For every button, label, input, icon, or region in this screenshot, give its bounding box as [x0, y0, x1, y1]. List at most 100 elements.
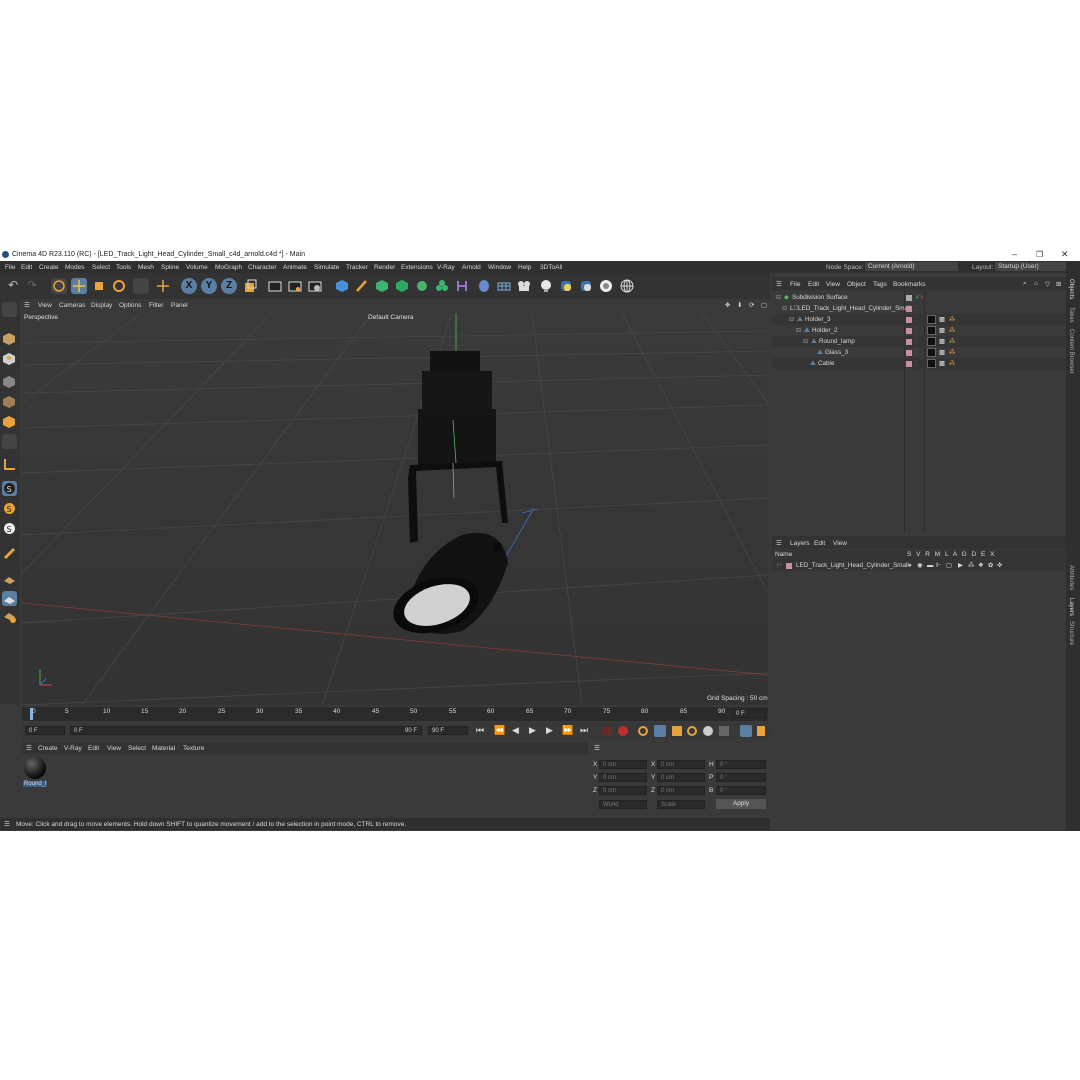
menu-vray[interactable]: V-Ray	[437, 264, 455, 271]
obj-menu-tags[interactable]: Tags	[873, 281, 887, 288]
material-tag-icon[interactable]	[927, 315, 936, 324]
layer-menu-icon[interactable]: ☰	[776, 539, 782, 547]
record-icon[interactable]	[602, 726, 612, 736]
key-position-icon[interactable]	[654, 725, 666, 737]
globe-icon[interactable]	[619, 278, 635, 294]
obj-newview-icon[interactable]: ⊞	[1056, 280, 1061, 288]
expand-icon[interactable]: ⊟	[782, 305, 787, 312]
mat-menu-create[interactable]: Create	[38, 745, 58, 752]
vp-rotate-icon[interactable]: ⟳	[749, 301, 754, 309]
next-frame-icon[interactable]: ▶	[546, 725, 553, 736]
visibility-dots-icon[interactable]: ⁚	[915, 316, 917, 323]
uv-mode-icon[interactable]	[2, 434, 17, 449]
y-axis-lock-icon[interactable]: Y	[201, 278, 217, 294]
vp-menu-view[interactable]: View	[38, 302, 52, 309]
z-axis-lock-icon[interactable]: Z	[221, 278, 237, 294]
layer-render-icon[interactable]: ▬	[927, 562, 933, 569]
render-settings-icon[interactable]	[307, 278, 323, 294]
object-row-led-track[interactable]: ⊟ L⃞ LED_Track_Light_Head_Cylinder_Small…	[772, 303, 1066, 314]
deformer-icon[interactable]	[454, 278, 470, 294]
menu-help[interactable]: Help	[518, 264, 531, 271]
go-to-end-icon[interactable]: ⏭	[580, 725, 588, 736]
render-view-icon[interactable]	[267, 278, 283, 294]
vp-menu-options[interactable]: Options	[119, 302, 141, 309]
menu-simulate[interactable]: Simulate	[314, 264, 339, 271]
object-menu-icon[interactable]: ☰	[776, 280, 782, 288]
layer-menu-view[interactable]: View	[833, 540, 847, 547]
start-frame-field[interactable]: 0 F	[25, 726, 65, 735]
material-menu-icon[interactable]: ☰	[26, 744, 32, 752]
mat-menu-view[interactable]: View	[107, 745, 121, 752]
extrude-icon[interactable]	[394, 278, 410, 294]
obj-filter-icon[interactable]: ▽	[1045, 280, 1050, 288]
floor-icon[interactable]	[496, 278, 512, 294]
tab-takes[interactable]: Takes	[1068, 307, 1074, 323]
obj-menu-view[interactable]: View	[826, 281, 840, 288]
python-icon[interactable]	[558, 278, 574, 294]
layer-animation-icon[interactable]: ▶	[958, 562, 963, 569]
menu-tools[interactable]: Tools	[116, 264, 131, 271]
layer-menu-layers[interactable]: Layers	[790, 540, 810, 547]
position-x-field[interactable]: 0 cm	[599, 760, 647, 769]
layer-expand-icon[interactable]: ⊢	[777, 562, 783, 569]
render-picture-viewer-icon[interactable]	[287, 278, 303, 294]
tab-layers[interactable]: Layers	[1068, 598, 1074, 616]
rotate-tool-icon[interactable]	[111, 278, 127, 294]
visibility-dots-icon[interactable]: ⁚	[915, 349, 917, 356]
move-tool-icon[interactable]	[71, 278, 87, 294]
menu-mograph[interactable]: MoGraph	[215, 264, 242, 271]
menu-arnold[interactable]: Arnold	[462, 264, 481, 271]
mat-menu-vray[interactable]: V-Ray	[64, 745, 82, 752]
size-mode-select[interactable]: Scale	[657, 800, 705, 809]
mograph-icon[interactable]	[434, 278, 450, 294]
position-y-field[interactable]: 0 cm	[599, 773, 647, 782]
menu-animate[interactable]: Animate	[283, 264, 307, 271]
mat-menu-texture[interactable]: Texture	[183, 745, 204, 752]
cube-icon[interactable]	[334, 278, 350, 294]
expand-icon[interactable]: ⊟	[796, 327, 801, 334]
visibility-x-icon[interactable]: ×	[920, 294, 924, 301]
material-swatch[interactable]: Round_l	[23, 756, 48, 790]
menu-create[interactable]: Create	[39, 264, 59, 271]
uvw-tag-icon[interactable]: ▩	[939, 338, 945, 345]
layer-color-swatch[interactable]	[906, 317, 912, 323]
cloner-icon[interactable]	[414, 278, 430, 294]
scale-tool-icon[interactable]	[91, 278, 107, 294]
visibility-dots-icon[interactable]: ⁚	[915, 327, 917, 334]
expand-icon[interactable]: ⊟	[789, 316, 794, 323]
key-param-icon[interactable]	[703, 726, 713, 736]
size-z-field[interactable]: 0 cm	[657, 786, 705, 795]
grid-lock-icon[interactable]	[2, 591, 17, 606]
vp-menu-filter[interactable]: Filter	[149, 302, 163, 309]
maximize-icon[interactable]: ❐	[1036, 250, 1043, 259]
viewport-camera-label[interactable]: Default Camera	[368, 314, 414, 321]
position-z-field[interactable]: 0 cm	[599, 786, 647, 795]
polygons-mode-icon[interactable]	[2, 414, 17, 429]
next-key-icon[interactable]: ⏩	[562, 725, 573, 736]
object-row-round-lamp[interactable]: ⊟ ⟁ Round_lamp ⁚ ▩ ⁂	[772, 336, 1066, 347]
menu-3dtoall[interactable]: 3DToAll	[540, 264, 562, 271]
obj-menu-object[interactable]: Object	[847, 281, 866, 288]
field-icon[interactable]	[476, 278, 492, 294]
make-editable-icon[interactable]	[2, 302, 17, 317]
scheme-icon[interactable]	[740, 725, 752, 737]
mat-menu-material[interactable]: Material	[152, 745, 175, 752]
layer-view-icon[interactable]: ◉	[917, 562, 923, 569]
size-y-field[interactable]: 0 cm	[657, 773, 705, 782]
coord-mode-select[interactable]: World	[599, 800, 647, 809]
layer-color-swatch[interactable]	[786, 563, 792, 569]
keyframe-selection-icon[interactable]	[638, 726, 648, 736]
end-frame-field[interactable]: 90 F	[428, 726, 468, 735]
3d-viewport[interactable]: Perspective Default Camera Grid Spacing …	[22, 313, 768, 705]
coordinate-system-icon[interactable]	[242, 278, 258, 294]
vp-menu-display[interactable]: Display	[91, 302, 112, 309]
quantize-icon[interactable]: S	[2, 521, 17, 536]
tab-attributes[interactable]: Attributes	[1068, 565, 1074, 590]
layer-color-swatch[interactable]	[906, 361, 912, 367]
arnold-render-icon[interactable]	[598, 278, 614, 294]
prev-key-icon[interactable]: ⏪	[494, 725, 505, 736]
texture-mode-icon[interactable]	[2, 351, 17, 366]
play-icon[interactable]: ▶	[529, 725, 536, 736]
layer-generators-icon[interactable]: ⁂	[968, 562, 974, 569]
current-frame-field[interactable]: 0 F	[732, 709, 766, 718]
